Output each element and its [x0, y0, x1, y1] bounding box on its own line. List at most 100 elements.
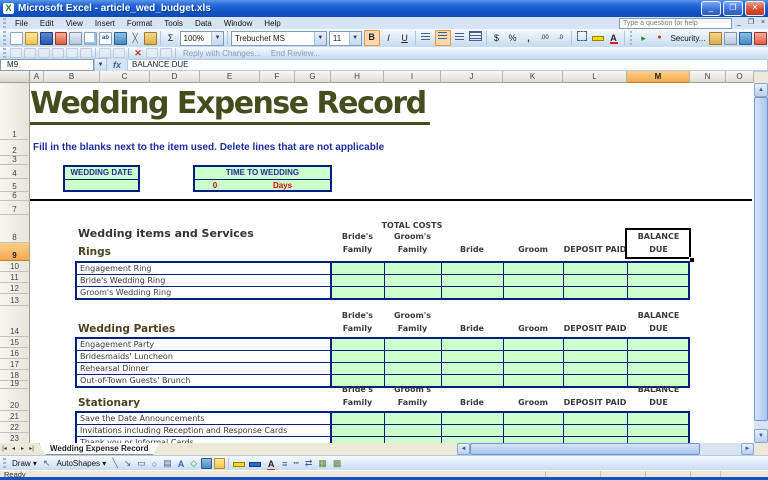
expense-cell[interactable] [627, 339, 688, 350]
scroll-right-icon[interactable]: ► [741, 443, 754, 455]
expense-cell[interactable] [384, 339, 441, 350]
menu-help[interactable]: Help [258, 18, 286, 29]
update-file-icon[interactable] [113, 48, 125, 58]
expense-item-label[interactable]: Bridesmaids' Luncheon [77, 351, 331, 362]
oval-icon[interactable]: ○ [152, 459, 157, 469]
research-icon[interactable] [114, 32, 127, 45]
expense-item-label[interactable]: Invitations including Reception and Resp… [77, 425, 331, 436]
chevron-down-icon[interactable]: ▼ [349, 32, 361, 45]
expense-cell[interactable] [627, 413, 688, 424]
print-preview-icon[interactable] [84, 32, 97, 45]
outlook-task-icon[interactable] [99, 48, 111, 58]
help-question-input[interactable]: Type a question for help [619, 18, 732, 29]
shadow-style-icon[interactable]: ▦ [318, 458, 327, 469]
underline-button[interactable]: U [398, 31, 412, 45]
cut-icon[interactable]: ╳ [129, 32, 142, 45]
formula-input[interactable]: BALANCE DUE [127, 59, 768, 71]
expense-cell[interactable] [503, 425, 563, 436]
previous-sheet-icon[interactable]: ◂ [9, 443, 18, 455]
wordart-icon[interactable]: A [178, 459, 185, 469]
expense-cell[interactable] [441, 287, 503, 298]
delete-review-icon[interactable]: ✕ [132, 48, 144, 58]
save-icon[interactable] [40, 32, 53, 45]
restore-button[interactable]: ❐ [723, 1, 743, 16]
reviewing-pane-icon[interactable] [160, 48, 172, 58]
line-style-icon[interactable]: ≡ [282, 459, 287, 469]
3d-style-icon[interactable]: ▩ [333, 458, 342, 469]
expense-cell[interactable] [563, 351, 627, 362]
send-mail-icon[interactable] [146, 48, 158, 58]
expense-cell[interactable] [563, 275, 627, 286]
expense-cell[interactable] [503, 263, 563, 274]
expense-cell[interactable] [384, 351, 441, 362]
next-sheet-icon[interactable]: ▸ [18, 443, 27, 455]
spreadsheet-body[interactable]: 123456789101112131415161718192021222324 … [0, 83, 754, 443]
column-header-L[interactable]: L [563, 71, 627, 83]
picture-icon[interactable] [214, 458, 225, 469]
row-header-2[interactable]: 2 [0, 140, 30, 156]
record-macro-icon[interactable]: ● [652, 31, 666, 45]
line-color-icon[interactable] [248, 457, 262, 471]
vertical-scrollbar[interactable]: ▲ ▼ [754, 83, 768, 443]
row-header-22[interactable]: 22 [0, 422, 30, 433]
expense-cell[interactable] [384, 413, 441, 424]
borders-button[interactable] [575, 31, 589, 45]
expense-cell[interactable] [503, 287, 563, 298]
expense-cell[interactable] [563, 425, 627, 436]
draw-menu-button[interactable]: Draw ▾ [12, 459, 37, 468]
scroll-up-icon[interactable]: ▲ [754, 83, 768, 97]
expense-cell[interactable] [441, 425, 503, 436]
row-header-8[interactable]: 8 [0, 215, 30, 243]
column-header-D[interactable]: D [150, 71, 200, 83]
row-header-9[interactable]: 9 [0, 243, 30, 261]
comma-button[interactable]: , [522, 31, 536, 45]
control-toolbox-icon[interactable] [724, 32, 737, 45]
increase-decimal-button[interactable]: .00 [538, 31, 552, 45]
expense-item-label[interactable]: Engagement Ring [77, 263, 331, 274]
time-to-wedding-value[interactable]: 0 [195, 180, 235, 191]
reply-with-changes-button[interactable]: Reply with Changes... [183, 49, 261, 58]
expense-cell[interactable] [331, 275, 384, 286]
row-header-7[interactable]: 7 [0, 201, 30, 215]
expense-cell[interactable] [563, 363, 627, 374]
expense-cell[interactable] [441, 263, 503, 274]
new-document-icon[interactable] [10, 32, 23, 45]
menu-format[interactable]: Format [121, 18, 158, 29]
column-header-N[interactable]: N [690, 71, 726, 83]
menu-data[interactable]: Data [189, 18, 218, 29]
bold-button[interactable]: B [364, 30, 380, 46]
expense-cell[interactable] [563, 263, 627, 274]
percent-button[interactable]: % [506, 31, 520, 45]
horizontal-scroll-thumb[interactable] [470, 443, 700, 455]
fill-color-button[interactable] [591, 31, 605, 45]
expense-cell[interactable] [331, 351, 384, 362]
expense-cell[interactable] [384, 363, 441, 374]
scroll-down-icon[interactable]: ▼ [754, 429, 768, 443]
column-header-M[interactable]: M [627, 71, 690, 83]
column-header-F[interactable]: F [260, 71, 295, 83]
autosum-button[interactable]: Σ [164, 31, 178, 45]
textbox-icon[interactable]: ▤ [163, 458, 172, 469]
horizontal-scrollbar[interactable]: ◄ ► [457, 443, 754, 455]
row-header-3[interactable]: 3 [0, 156, 30, 165]
row-header-21[interactable]: 21 [0, 411, 30, 422]
arrow-style-icon[interactable]: ⇄ [305, 458, 313, 469]
minimize-button[interactable]: _ [701, 1, 721, 16]
expense-cell[interactable] [331, 413, 384, 424]
rectangle-icon[interactable]: ▭ [137, 458, 146, 469]
expense-cell[interactable] [563, 339, 627, 350]
font-name-select[interactable]: Trebuchet MS ▼ [231, 31, 327, 46]
italic-button[interactable]: I [382, 31, 396, 45]
spelling-icon[interactable]: ab [99, 32, 112, 45]
font-color-icon[interactable]: A [264, 457, 278, 471]
expense-cell[interactable] [384, 425, 441, 436]
close-button[interactable]: ✕ [745, 1, 765, 16]
row-header-19[interactable]: 19 [0, 381, 30, 389]
column-header-H[interactable]: H [331, 71, 384, 83]
select-objects-icon[interactable]: ↖ [43, 458, 51, 469]
insert-function-icon[interactable]: fx [113, 60, 121, 70]
expense-cell[interactable] [441, 413, 503, 424]
column-header-I[interactable]: I [384, 71, 441, 83]
row-header-13[interactable]: 13 [0, 294, 30, 306]
expense-cell[interactable] [627, 275, 688, 286]
